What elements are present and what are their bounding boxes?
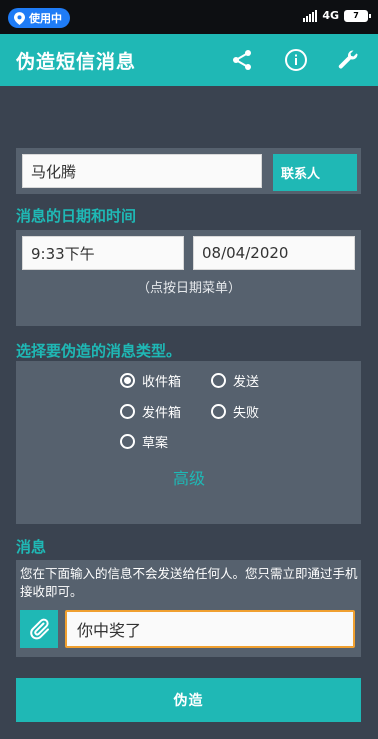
battery-icon: 7 [344,9,371,22]
status-bar: 使用中 4G 7 [0,0,378,34]
contact-name-input[interactable]: 马化腾 [22,154,262,188]
radio-draft-label: 草案 [142,436,169,451]
radio-checked-icon [120,373,135,388]
location-in-use-pill: 使用中 [8,8,70,28]
wrench-icon[interactable] [334,46,362,74]
radio-failed[interactable]: 失败 [211,402,259,421]
radio-outbox[interactable]: 发件箱 [120,402,181,421]
info-icon[interactable] [282,46,310,74]
message-type-panel [16,361,361,524]
date-input[interactable]: 08/04/2020 [193,236,355,270]
date-menu-hint: （点按日期菜单） [136,281,241,296]
radio-unchecked-icon [211,373,226,388]
paperclip-icon [30,618,49,640]
location-label: 使用中 [29,12,62,25]
time-input[interactable]: 9:33下午 [22,236,184,270]
radio-unchecked-icon [120,404,135,419]
radio-inbox-label: 收件箱 [142,375,182,390]
radio-failed-label: 失败 [233,406,260,421]
message-section-title: 消息 [16,538,47,556]
contacts-button[interactable]: 联系人 [273,154,357,191]
radio-unchecked-icon [120,434,135,449]
datetime-section-title: 消息的日期和时间 [16,207,137,225]
radio-inbox[interactable]: 收件箱 [120,371,181,390]
message-content-input[interactable]: 你中奖了 [65,610,355,648]
app-bar: 伪造短信消息 [0,34,378,86]
attachment-button[interactable] [20,610,58,648]
status-indicators: 4G 7 [303,9,371,22]
network-type: 4G [322,9,339,22]
share-icon[interactable] [228,46,256,74]
radio-unchecked-icon [211,404,226,419]
battery-level: 7 [353,11,359,20]
radio-outbox-label: 发件箱 [142,406,182,421]
location-pin-icon [14,11,25,25]
fake-button[interactable]: 伪造 [16,678,361,722]
radio-draft[interactable]: 草案 [120,432,168,451]
app-title: 伪造短信消息 [16,51,137,73]
radio-sent-label: 发送 [233,375,260,390]
message-notice: 您在下面输入的信息不会发送给任何人。您只需立即通过手机接收即可。 [20,566,358,599]
advanced-link[interactable]: 高级 [0,465,378,489]
signal-icon [303,9,318,22]
radio-sent[interactable]: 发送 [211,371,259,390]
message-type-section-title: 选择要伪造的消息类型。 [16,342,182,360]
